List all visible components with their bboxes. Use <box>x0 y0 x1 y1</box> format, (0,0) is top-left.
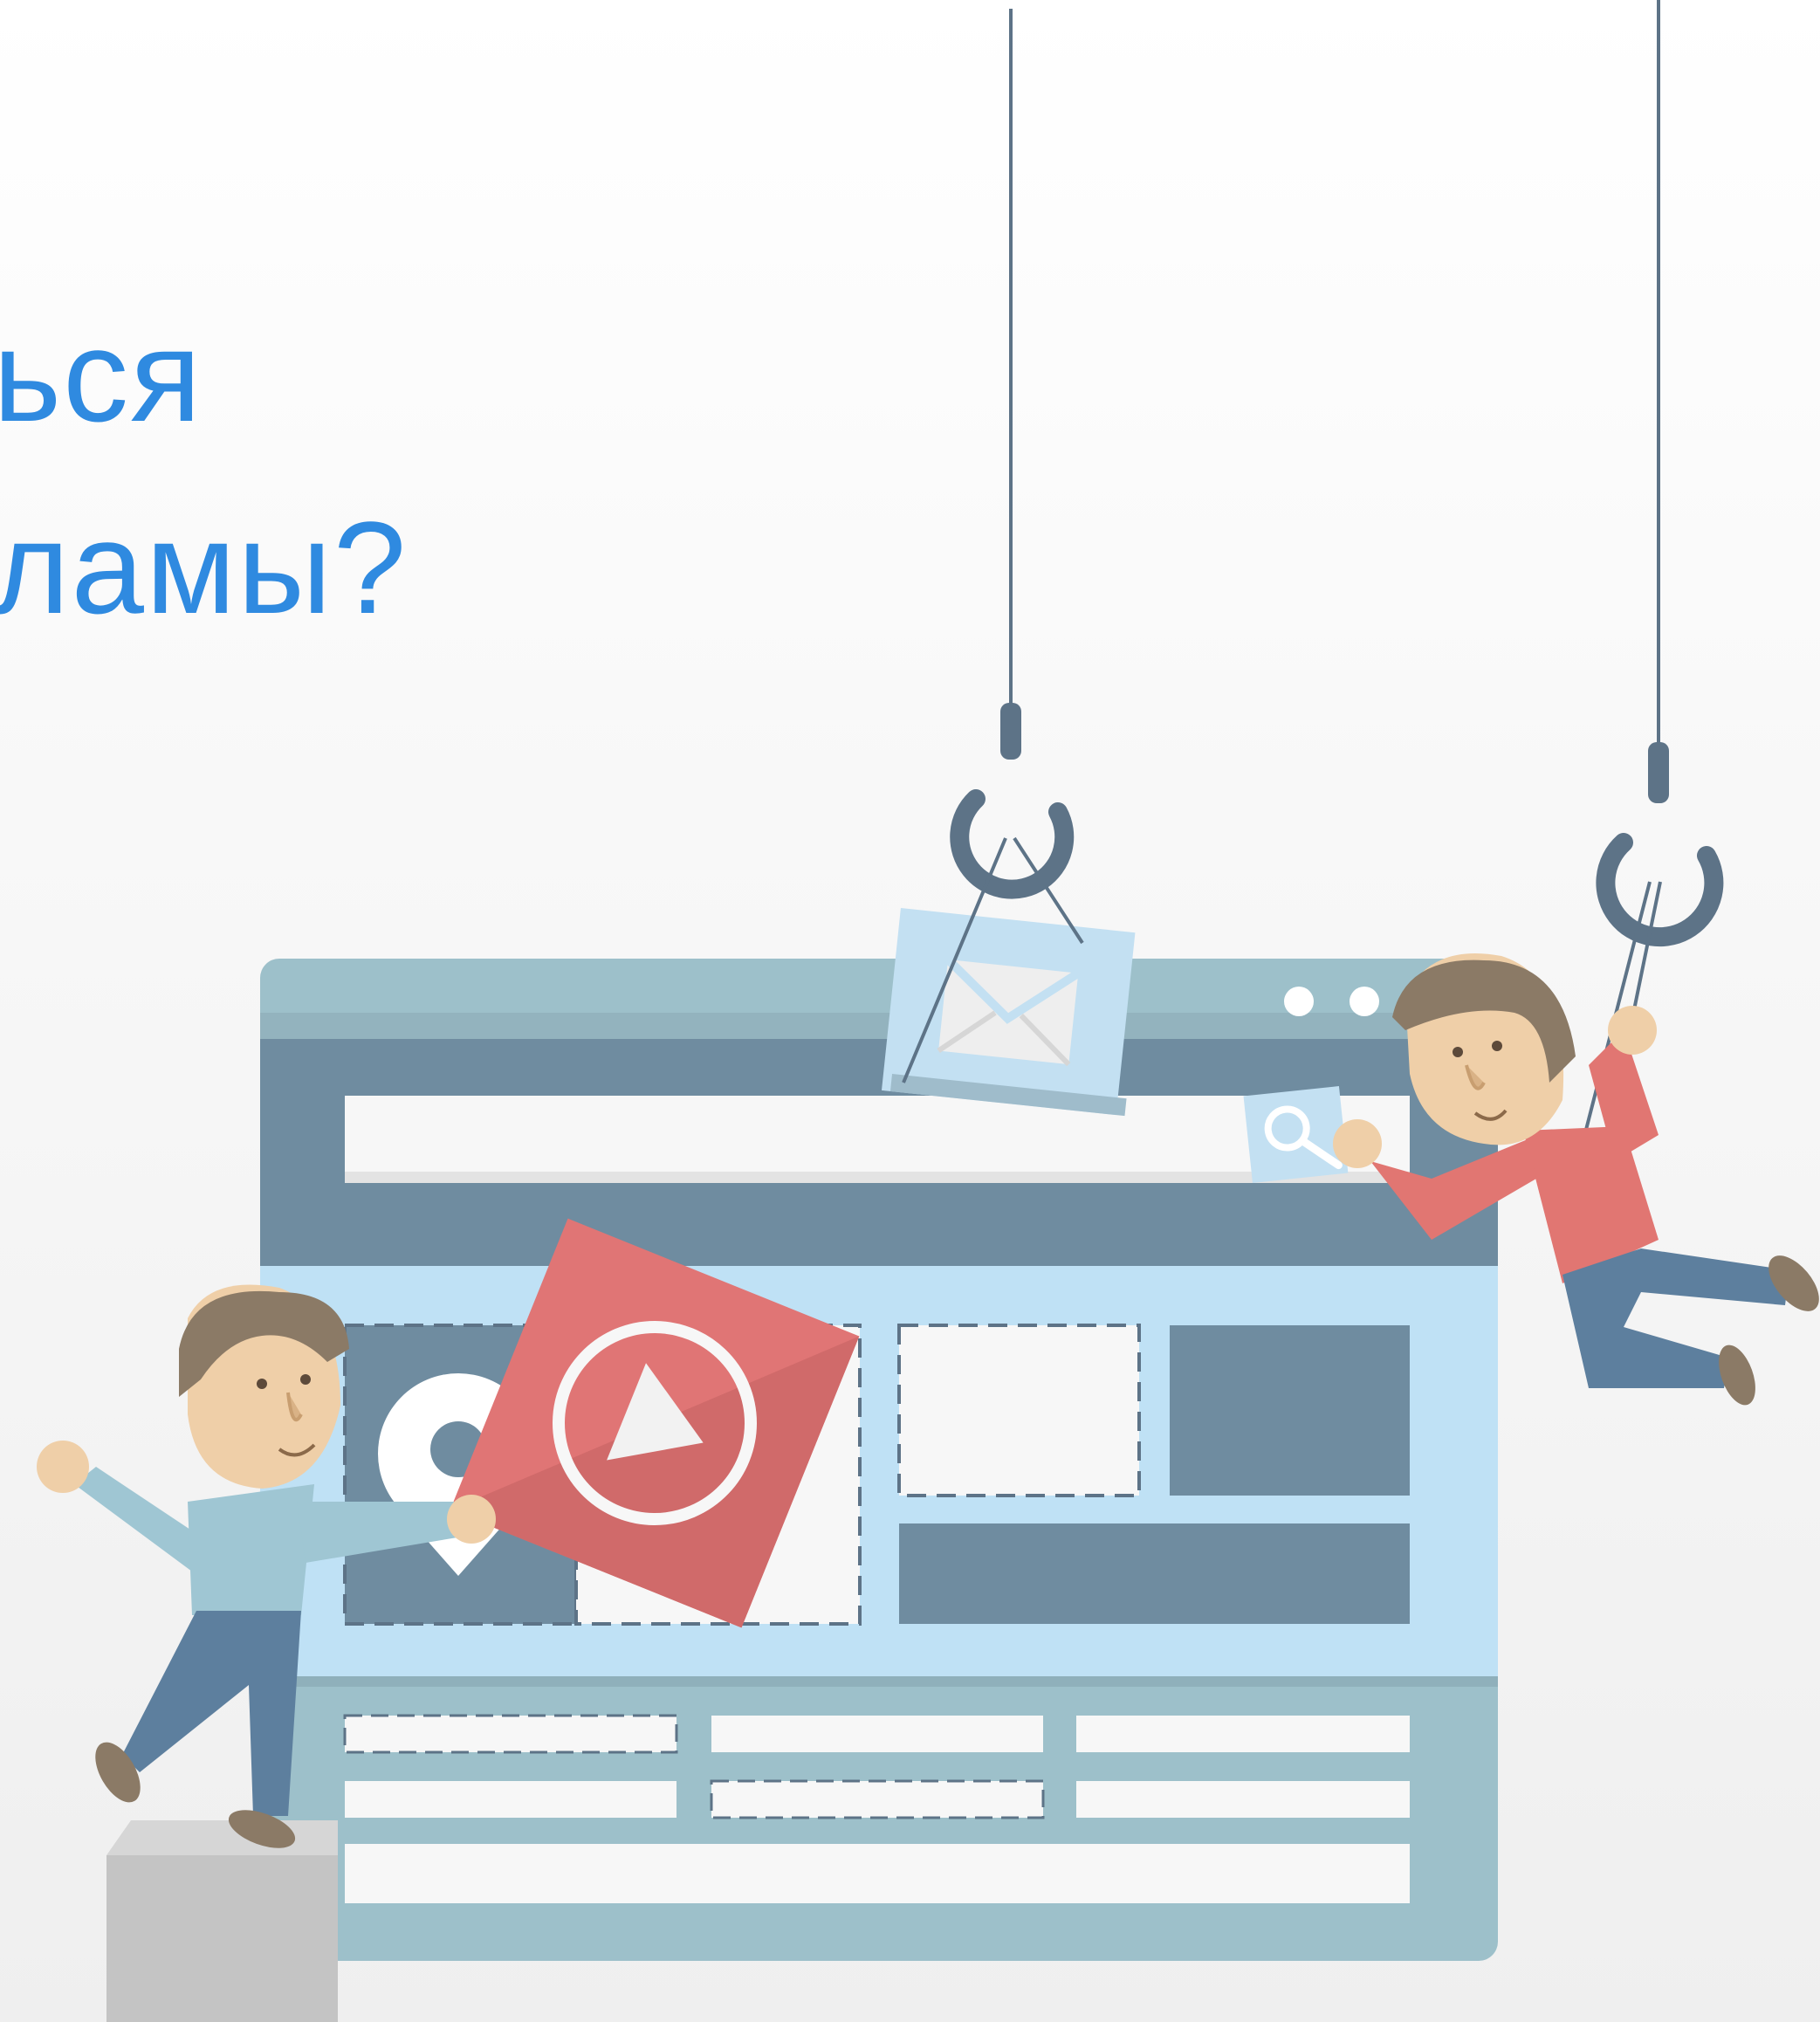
footer-link <box>345 1781 676 1818</box>
footer-bar <box>345 1844 1410 1903</box>
footer-link <box>710 1779 1045 1819</box>
envelope-icon <box>937 956 1081 1067</box>
footer-link <box>1076 1716 1410 1752</box>
window-dot <box>1284 987 1314 1016</box>
footer-link <box>711 1716 1043 1752</box>
illustration <box>37 0 1819 2022</box>
placeholder-card <box>897 1324 1141 1497</box>
footer-link <box>343 1714 678 1754</box>
hook-icon <box>1596 742 1724 947</box>
content-block <box>1170 1325 1410 1496</box>
window-dot <box>1350 987 1379 1016</box>
content-block <box>899 1523 1410 1624</box>
footer-link <box>1076 1781 1410 1818</box>
pedestal <box>106 1855 338 2022</box>
hook-icon <box>950 703 1075 899</box>
envelope-card <box>881 908 1136 1117</box>
search-card <box>1243 1086 1349 1183</box>
